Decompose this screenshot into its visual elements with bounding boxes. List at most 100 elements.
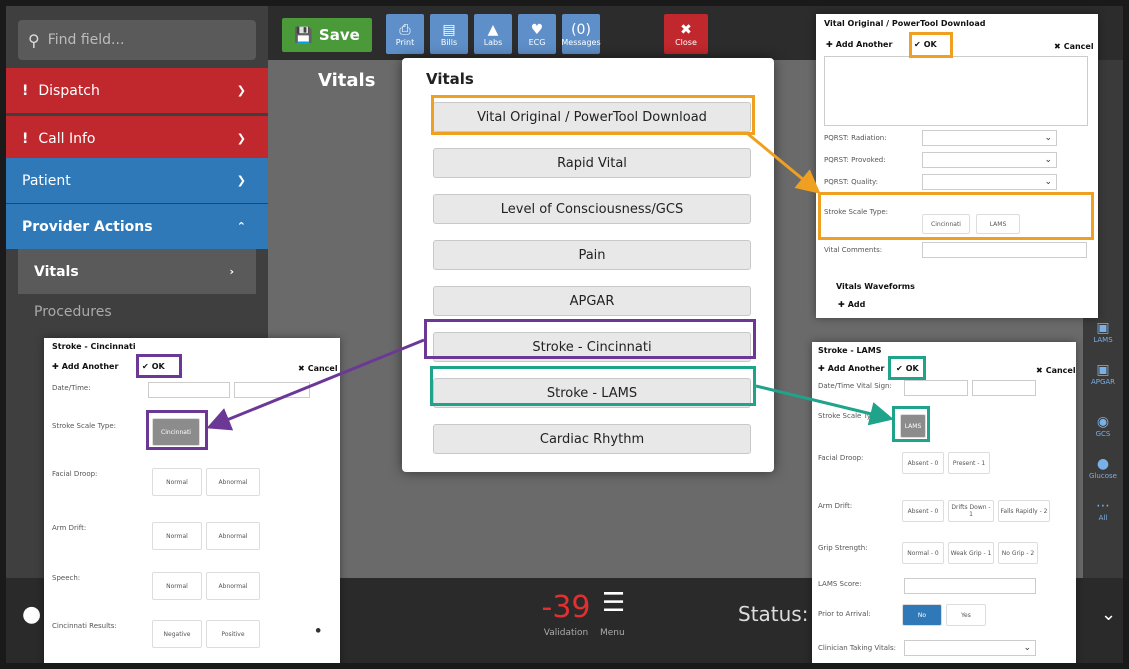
provoked-select[interactable]: ⌄ [922, 152, 1057, 168]
chevron-down-icon: ⌄ [1044, 155, 1052, 165]
grip-normal[interactable]: Normal - 0 [902, 542, 944, 564]
field-label: Arm Drift: [52, 524, 87, 532]
clinician-select[interactable]: ⌄ [904, 640, 1036, 656]
add-another-button[interactable]: ✚ Add Another [52, 358, 118, 374]
sidebar-item-call-info[interactable]: ! Call Info ❯ [6, 116, 268, 161]
add-another-button[interactable]: ✚ Add Another [818, 360, 884, 376]
plus-icon: ✚ [826, 39, 833, 49]
facial-normal[interactable]: Normal [152, 468, 202, 496]
app-window: ⚲ Find field... ! Dispatch ❯ ! Call Info ❯ P… [6, 6, 1123, 663]
date-input[interactable] [148, 382, 230, 398]
status-label: Status: [738, 602, 809, 626]
arm-abnormal[interactable]: Abnormal [206, 522, 260, 550]
field-label: Stroke Scale Type: [824, 208, 889, 216]
vital-comments-input[interactable] [922, 242, 1087, 258]
lams-shortcut[interactable]: ▣ LAMS [1083, 320, 1123, 344]
chevron-down-icon: ⌄ [1044, 133, 1052, 143]
labs-button[interactable]: ▲ Labs [474, 14, 512, 54]
option-stroke-cincinnati[interactable]: Stroke - Cincinnati [433, 332, 751, 362]
grip-none[interactable]: No Grip - 2 [998, 542, 1038, 564]
cancel-button[interactable]: ✖ Cancel [1054, 38, 1094, 54]
chevron-down-icon[interactable]: ⌄ [1101, 604, 1116, 625]
arm-drifts[interactable]: Drifts Down - 1 [948, 500, 994, 522]
validation-count[interactable]: -39 [536, 590, 596, 625]
lams-score-input[interactable] [904, 578, 1036, 594]
save-button[interactable]: 💾 Save [282, 18, 372, 52]
option-rapid-vital[interactable]: Rapid Vital [433, 148, 751, 178]
field-label: Facial Droop: [818, 454, 864, 462]
option-pain[interactable]: Pain [433, 240, 751, 270]
check-icon: ✔ [914, 39, 921, 49]
bills-button[interactable]: ▤ Bills [430, 14, 468, 54]
prior-yes[interactable]: Yes [946, 604, 986, 626]
stroke-lams-panel: Stroke - LAMS ✚ Add Another ✔ OK ✖ Cancel D… [812, 342, 1076, 663]
stroke-option-cincinnati[interactable]: Cincinnati [922, 214, 970, 234]
field-label: Arm Drift: [818, 502, 853, 510]
arm-falls[interactable]: Falls Rapidly - 2 [998, 500, 1050, 522]
field-label: Prior to Arrival: [818, 610, 871, 618]
sidebar-item-provider-actions[interactable]: Provider Actions ⌃ [6, 204, 268, 249]
search-field[interactable]: ⚲ Find field... [18, 20, 256, 60]
ok-button[interactable]: ✔ OK [142, 358, 165, 374]
print-button[interactable]: ⎙ Print [386, 14, 424, 54]
add-waveform-button[interactable]: ✚ Add [838, 296, 865, 312]
stroke-option-lams[interactable]: LAMS [976, 214, 1020, 234]
field-label: PQRST: Provoked: [824, 156, 886, 164]
time-input[interactable] [972, 380, 1036, 396]
ecg-button[interactable]: ♥ ECG [518, 14, 556, 54]
facial-absent[interactable]: Absent - 0 [902, 452, 944, 474]
field-label: PQRST: Radiation: [824, 134, 887, 142]
arm-absent[interactable]: Absent - 0 [902, 500, 944, 522]
printer-icon: ⎙ [399, 21, 411, 38]
sidebar-item-vitals[interactable]: Vitals › [18, 249, 256, 294]
messages-button[interactable]: (0) Messages [561, 14, 601, 54]
search-placeholder: Find field... [47, 32, 125, 48]
grip-weak[interactable]: Weak Grip - 1 [948, 542, 994, 564]
speech-abnormal[interactable]: Abnormal [206, 572, 260, 600]
minus-circle-icon[interactable]: ⚫ [314, 626, 322, 637]
sidebar-item-patient[interactable]: Patient ❯ [6, 158, 268, 203]
panel-title: Vital Original / PowerTool Download [824, 19, 986, 28]
menu-icon[interactable]: ☰ [602, 588, 625, 618]
gcs-shortcut[interactable]: ◉ GCS [1083, 414, 1123, 438]
chevron-right-icon: › [229, 265, 234, 278]
glucose-shortcut[interactable]: ● Glucose [1083, 456, 1123, 480]
stroke-option-selected[interactable]: Cincinnati [152, 418, 200, 446]
field-label: Cincinnati Results: [52, 622, 117, 630]
sidebar-item-dispatch[interactable]: ! Dispatch ❯ [6, 68, 268, 113]
facial-present[interactable]: Present - 1 [948, 452, 990, 474]
search-icon: ⚲ [28, 30, 40, 50]
date-input[interactable] [904, 380, 968, 396]
result-positive[interactable]: Positive [206, 620, 260, 648]
option-loc-gcs[interactable]: Level of Consciousness/GCS [433, 194, 751, 224]
field-label: Stroke Scale Type: [818, 412, 883, 420]
stroke-option-selected[interactable]: LAMS [900, 414, 926, 438]
close-button[interactable]: ✖ Close [664, 14, 708, 54]
ok-button[interactable]: ✔ OK [914, 36, 937, 52]
close-icon: ✖ [298, 363, 305, 373]
option-stroke-lams[interactable]: Stroke - LAMS [433, 378, 751, 408]
cancel-button[interactable]: ✖ Cancel [1036, 362, 1076, 378]
apgar-shortcut[interactable]: ▣ APGAR [1083, 362, 1123, 386]
facial-abnormal[interactable]: Abnormal [206, 468, 260, 496]
cancel-button[interactable]: ✖ Cancel [298, 360, 338, 376]
result-negative[interactable]: Negative [152, 620, 202, 648]
comments-area[interactable] [824, 56, 1088, 126]
option-apgar[interactable]: APGAR [433, 286, 751, 316]
speech-normal[interactable]: Normal [152, 572, 202, 600]
chevron-down-icon: ⌄ [1023, 643, 1031, 653]
panel-title: Stroke - Cincinnati [52, 342, 136, 351]
all-shortcut[interactable]: ⋯ All [1083, 498, 1123, 522]
prior-no[interactable]: No [902, 604, 942, 626]
quality-select[interactable]: ⌄ [922, 174, 1057, 190]
option-cardiac-rhythm[interactable]: Cardiac Rhythm [433, 424, 751, 454]
panel-title: Stroke - LAMS [818, 346, 882, 355]
ok-button[interactable]: ✔ OK [896, 360, 919, 376]
radiation-select[interactable]: ⌄ [922, 130, 1057, 146]
add-another-button[interactable]: ✚ Add Another [826, 36, 892, 52]
field-label: Stroke Scale Type: [52, 422, 117, 430]
time-input[interactable] [234, 382, 310, 398]
sidebar-item-procedures[interactable]: Procedures [18, 289, 256, 334]
arm-normal[interactable]: Normal [152, 522, 202, 550]
option-vital-original[interactable]: Vital Original / PowerTool Download [433, 102, 751, 132]
